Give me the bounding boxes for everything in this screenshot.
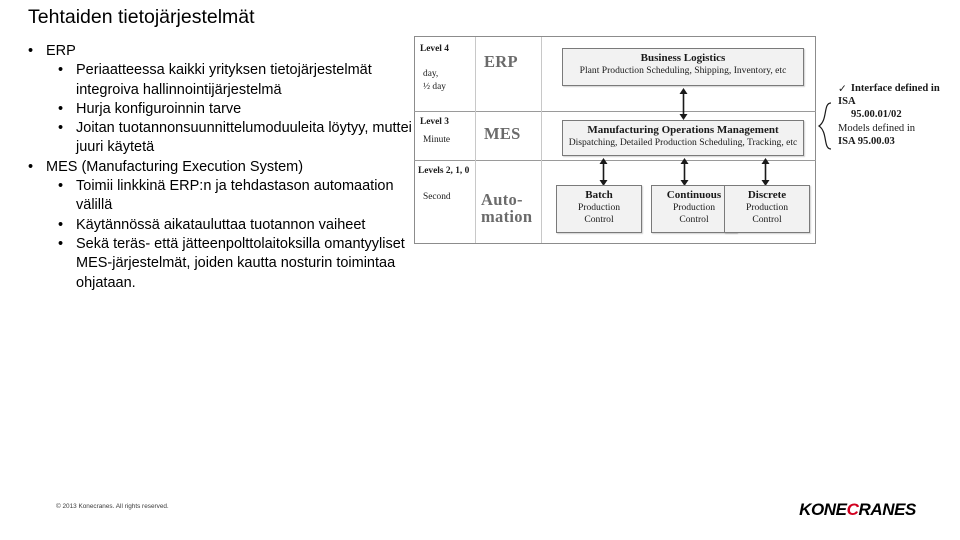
list-item: • Käytännössä aikatauluttaa tuotannon va…	[42, 216, 412, 235]
check-icon: ✓	[838, 84, 847, 95]
column-divider	[541, 37, 542, 243]
level-3-label: Level 3	[420, 117, 449, 127]
business-logistics-box: Business Logistics Plant Production Sche…	[562, 48, 804, 86]
mom-title: Manufacturing Operations Management	[587, 124, 779, 136]
annotation-isa-models-line2: ISA 95.00.03	[838, 136, 895, 147]
list-item: • Sekä teräs- että jätteenpolttolaitoksi…	[42, 235, 412, 293]
level-2-sublabel-1: Second	[423, 192, 451, 202]
list-item: • Hurja konfiguroinnin tarve	[42, 100, 412, 119]
list-item-label: ERP	[46, 43, 76, 59]
bullet-marker: •	[28, 43, 34, 59]
list-item-label: Joitan tuotannonsuunnittelumoduuleita lö…	[76, 120, 412, 156]
annotation-isa-interface-line2: 95.00.01/02	[851, 109, 902, 120]
tier-name-mes: MES	[484, 124, 521, 143]
level-4-label: Level 4	[420, 44, 449, 54]
annotation-isa-interface: ✓ Interface defined in ISA 95.00.01/02	[838, 82, 948, 121]
list-item: • Periaatteessa kaikki yrityksen tietojä…	[42, 61, 412, 100]
double-arrow-icon	[761, 158, 770, 186]
slide-body-text: • ERP • Periaatteessa kaikki yrityksen t…	[12, 42, 412, 293]
bullet-marker: •	[58, 178, 64, 195]
mom-subtitle: Dispatching, Detailed Production Schedul…	[568, 137, 798, 148]
double-arrow-icon	[679, 88, 688, 120]
konecranes-logo: KONECRANES	[799, 500, 916, 520]
level-3-sublabel-1: Minute	[423, 135, 451, 145]
batch-title: Batch	[585, 189, 613, 201]
list-item: • MES (Manufacturing Execution System)	[12, 158, 412, 177]
tier-name-automation: Auto- mation	[481, 190, 533, 226]
isa95-functional-hierarchy-diagram: Level 4 day, ½ day Level 3 Minute Levels…	[414, 36, 948, 248]
list-item-label: Toimii linkkinä ERP:n ja tehdastason aut…	[76, 178, 394, 214]
annotation-isa-models: Models defined in ISA 95.00.03	[838, 122, 915, 148]
double-arrow-icon	[680, 158, 689, 186]
curly-brace-icon	[817, 102, 832, 150]
tier-name-erp: ERP	[484, 52, 518, 71]
list-item-label: Sekä teräs- että jätteenpolttolaitoksill…	[76, 235, 405, 291]
discrete-production-control-box: Discrete Production Control	[724, 185, 810, 233]
list-item: • Joitan tuotannonsuunnittelumoduuleita …	[42, 119, 412, 158]
double-arrow-icon	[599, 158, 608, 186]
page-title: Tehtaiden tietojärjestelmät	[28, 6, 255, 28]
batch-subtitle: Production Control	[577, 202, 621, 225]
bullet-marker: •	[58, 120, 64, 137]
bullet-marker: •	[58, 216, 64, 233]
sublist: • Periaatteessa kaikki yrityksen tietojä…	[12, 61, 412, 157]
level-2-1-0-label: Levels 2, 1, 0	[418, 166, 470, 176]
business-logistics-subtitle: Plant Production Scheduling, Shipping, I…	[579, 65, 787, 76]
bullet-marker: •	[58, 62, 64, 79]
discrete-subtitle: Production Control	[745, 202, 789, 225]
level-4-sublabel-2: ½ day	[423, 82, 446, 92]
list-item-label: Käytännössä aikatauluttaa tuotannon vaih…	[76, 216, 366, 233]
discrete-title: Discrete	[747, 189, 787, 201]
business-logistics-title: Business Logistics	[640, 52, 726, 64]
level-4-sublabel-1: day,	[423, 69, 439, 79]
list-item-label: Periaatteessa kaikki yrityksen tietojärj…	[76, 62, 372, 98]
slide-canvas: Tehtaiden tietojärjestelmät • ERP • Peri…	[0, 0, 960, 540]
column-divider	[475, 37, 476, 243]
list-item-label: Hurja konfiguroinnin tarve	[76, 100, 242, 117]
list-item: • ERP	[12, 42, 412, 61]
bullet-marker: •	[58, 235, 64, 252]
batch-production-control-box: Batch Production Control	[556, 185, 642, 233]
copyright-text: © 2013 Konecranes. All rights reserved.	[56, 503, 169, 510]
sublist: • Toimii linkkinä ERP:n ja tehdastason a…	[12, 177, 412, 293]
manufacturing-operations-management-box: Manufacturing Operations Management Disp…	[562, 120, 804, 156]
list-item: • Toimii linkkinä ERP:n ja tehdastason a…	[42, 177, 412, 216]
list-item-label: MES (Manufacturing Execution System)	[46, 158, 304, 175]
bullet-marker: •	[58, 100, 64, 117]
logo-part-ranes: RANES	[858, 500, 916, 519]
annotation-isa-interface-line1: Interface defined in ISA	[838, 83, 940, 107]
logo-part-kone: KONE	[799, 500, 847, 519]
bullet-marker: •	[28, 158, 34, 175]
annotation-isa-models-line1: Models defined in	[838, 123, 916, 134]
logo-part-c: C	[846, 500, 859, 519]
